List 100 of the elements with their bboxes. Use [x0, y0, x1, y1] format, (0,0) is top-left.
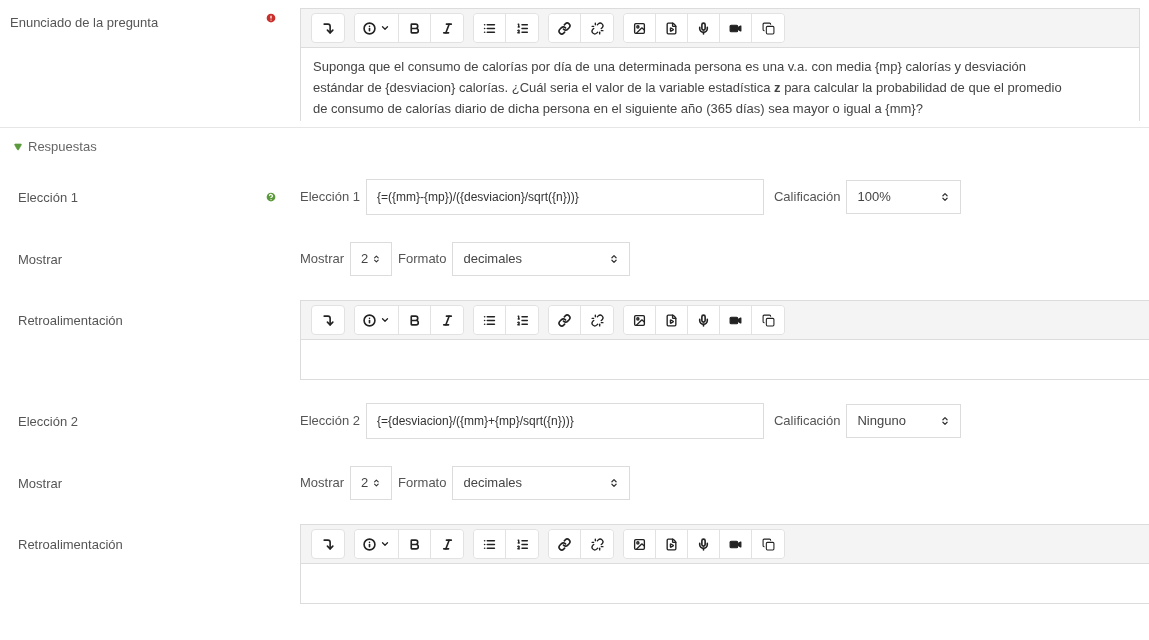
caret-icon	[380, 539, 390, 549]
select-arrows-icon	[609, 254, 620, 264]
inline-label: Elección 2	[300, 412, 360, 431]
bullet-list-icon	[483, 21, 496, 35]
bullet-list-button[interactable]	[474, 530, 506, 558]
formula-input[interactable]: {={desviacion}/({mm}+{mp}/sqrt({n}))}	[366, 403, 764, 439]
bullet-list-icon	[483, 313, 496, 327]
record-video-button[interactable]	[720, 14, 752, 42]
unlink-icon	[590, 313, 604, 327]
numbered-list-button[interactable]	[506, 306, 538, 334]
copy-icon	[761, 313, 775, 327]
numbered-list-button[interactable]	[506, 14, 538, 42]
italic-icon	[440, 313, 454, 327]
bullet-list-icon	[483, 537, 496, 551]
link-button[interactable]	[549, 530, 581, 558]
unlink-button[interactable]	[581, 306, 613, 334]
numbered-list-icon	[515, 537, 529, 551]
field-label: Retroalimentación	[18, 313, 123, 328]
field-label: Enunciado de la pregunta	[10, 15, 159, 30]
unlink-button[interactable]	[581, 14, 613, 42]
info-icon	[363, 21, 376, 35]
file-icon	[665, 21, 678, 35]
caret-icon	[380, 23, 390, 33]
copy-button[interactable]	[752, 14, 784, 42]
info-dropdown-button[interactable]	[355, 530, 399, 558]
corner-arrow-icon	[321, 313, 335, 327]
question-text: Suponga que el consumo de calorías por día de una determinada persona es una v.a. con media {mp} calorías y desviación estándar de {desviacion} calorías. ¿Cuál seria el valor de la variable estadística z para calcular la probabilidad de que el promedio de consumo de calorías diario de dicha persona en el siguiente año (365 días) sea mayor o igual a {mm}?	[312, 58, 1063, 118]
italic-icon	[440, 537, 454, 551]
format-select[interactable]: decimales	[452, 466, 631, 500]
field-label: Mostrar	[18, 476, 63, 491]
field-label: Elección 2	[18, 414, 78, 429]
bullet-list-button[interactable]	[474, 306, 506, 334]
copy-button[interactable]	[752, 530, 784, 558]
media-button[interactable]	[656, 306, 688, 334]
link-button[interactable]	[549, 306, 581, 334]
bullet-list-button[interactable]	[474, 14, 506, 42]
record-audio-button[interactable]	[688, 306, 720, 334]
inline-label: Calificación	[774, 188, 841, 207]
link-icon	[558, 21, 571, 35]
bold-button[interactable]	[399, 306, 431, 334]
copy-button[interactable]	[752, 306, 784, 334]
copy-icon	[761, 537, 775, 551]
format-select[interactable]: decimales	[452, 242, 631, 276]
italic-button[interactable]	[431, 14, 463, 42]
line-break-button[interactable]	[311, 13, 345, 43]
info-icon	[363, 537, 376, 551]
record-audio-button[interactable]	[688, 14, 720, 42]
image-button[interactable]	[624, 306, 656, 334]
record-audio-button[interactable]	[688, 530, 720, 558]
record-video-button[interactable]	[720, 530, 752, 558]
link-icon	[558, 313, 571, 327]
decimals-select[interactable]: 2	[350, 466, 393, 500]
info-dropdown-button[interactable]	[355, 14, 399, 42]
record-video-button[interactable]	[720, 306, 752, 334]
image-icon	[633, 21, 646, 35]
field-label: Retroalimentación	[18, 537, 123, 552]
select-arrows-icon	[940, 192, 951, 202]
numbered-list-button[interactable]	[506, 530, 538, 558]
grade-select[interactable]: 100%	[846, 180, 962, 214]
formula-input[interactable]: {=({mm}-{mp})/({desviacion}/sqrt({n}))}	[366, 179, 764, 215]
media-button[interactable]	[656, 14, 688, 42]
media-button[interactable]	[656, 530, 688, 558]
image-button[interactable]	[624, 14, 656, 42]
expand-triangle-icon	[14, 143, 22, 151]
inline-label: Formato	[398, 474, 447, 493]
unlink-button[interactable]	[581, 530, 613, 558]
select-arrows-icon	[940, 416, 951, 426]
caret-icon	[380, 315, 390, 325]
bold-button[interactable]	[399, 14, 431, 42]
italic-icon	[440, 21, 454, 35]
line-break-button[interactable]	[311, 529, 345, 559]
numbered-list-icon	[515, 313, 529, 327]
inline-label: Mostrar	[300, 250, 345, 269]
corner-arrow-icon	[321, 21, 335, 35]
microphone-icon	[697, 537, 710, 551]
select-arrows-icon	[372, 478, 382, 488]
select-arrows-icon	[609, 478, 620, 488]
bold-button[interactable]	[399, 530, 431, 558]
decimals-select[interactable]: 2	[350, 242, 393, 276]
microphone-icon	[697, 21, 710, 35]
inline-label: Formato	[398, 250, 447, 269]
unlink-icon	[590, 537, 604, 551]
bold-icon	[408, 537, 421, 551]
line-break-button[interactable]	[311, 305, 345, 335]
inline-label: Mostrar	[300, 474, 345, 493]
grade-select[interactable]: Ninguno	[846, 404, 962, 438]
info-dropdown-button[interactable]	[355, 306, 399, 334]
italic-button[interactable]	[431, 530, 463, 558]
corner-arrow-icon	[321, 537, 335, 551]
help-icon[interactable]	[265, 191, 277, 203]
italic-button[interactable]	[431, 306, 463, 334]
inline-label: Elección 1	[300, 188, 360, 207]
file-icon	[665, 313, 678, 327]
link-button[interactable]	[549, 14, 581, 42]
copy-icon	[761, 21, 775, 35]
image-button[interactable]	[624, 530, 656, 558]
image-icon	[633, 537, 646, 551]
section-toggle[interactable]: Respuestas	[14, 137, 97, 157]
field-label: Elección 1	[18, 190, 78, 205]
question-editor[interactable]	[300, 8, 1140, 121]
